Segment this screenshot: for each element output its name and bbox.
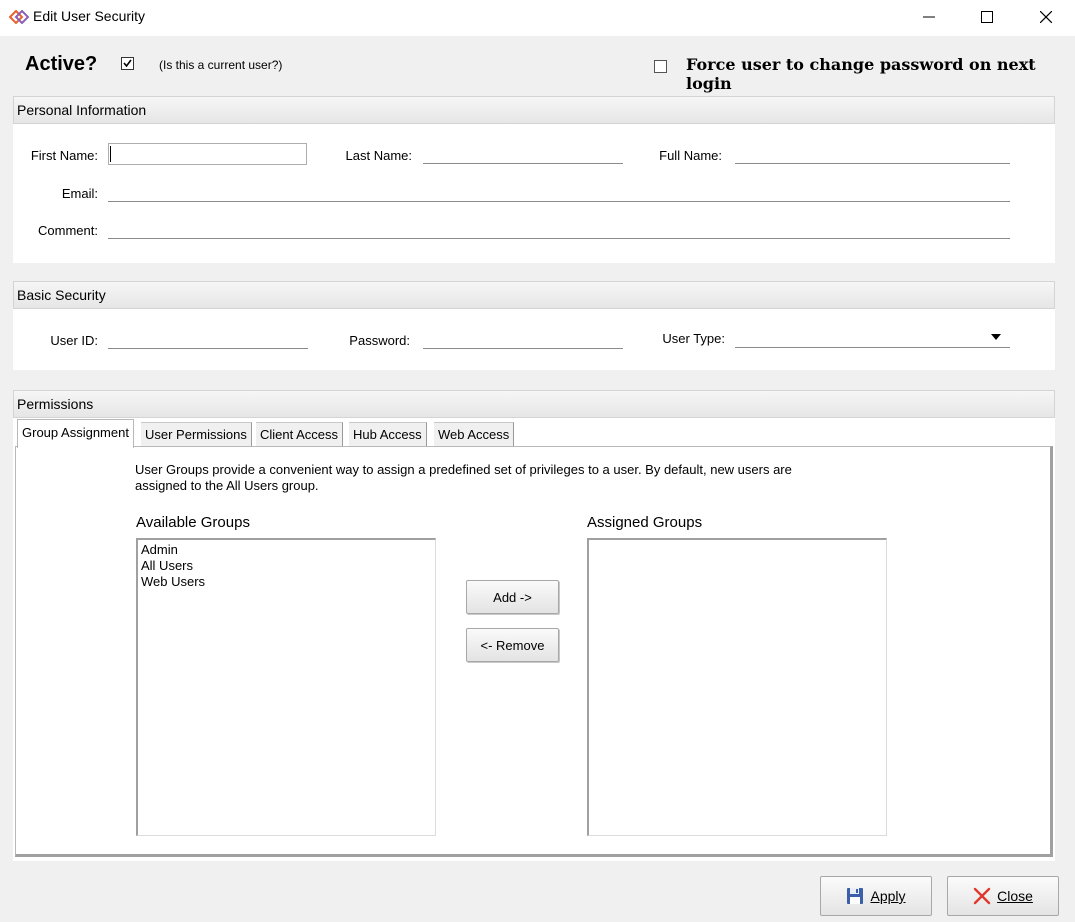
add-group-button[interactable]: Add ->: [466, 580, 559, 614]
remove-group-button[interactable]: <- Remove: [466, 628, 559, 662]
window-close-button[interactable]: [1017, 0, 1075, 34]
user-type-label: User Type:: [662, 331, 725, 346]
first-name-input[interactable]: [108, 143, 307, 165]
title-bar: Edit User Security: [0, 0, 1075, 36]
password-label: Password:: [349, 333, 410, 348]
apply-label: Apply: [870, 888, 906, 904]
close-label: Close: [997, 888, 1033, 904]
tab-user-permissions[interactable]: User Permissions: [141, 422, 252, 447]
email-label: Email:: [61, 186, 98, 201]
comment-label: Comment:: [38, 223, 98, 238]
first-name-label: First Name:: [30, 148, 98, 163]
force-password-label: Force user to change password on next lo…: [686, 55, 1036, 93]
basic-security-header: Basic Security: [13, 281, 1055, 309]
minimize-button[interactable]: [900, 0, 958, 34]
full-name-input[interactable]: [735, 144, 1010, 164]
close-icon: [1040, 11, 1052, 23]
comment-input[interactable]: [108, 219, 1010, 239]
list-item[interactable]: Admin: [141, 542, 432, 558]
user-id-input[interactable]: [108, 329, 308, 349]
assigned-groups-title: Assigned Groups: [587, 514, 703, 531]
maximize-button[interactable]: [958, 0, 1016, 34]
force-password-checkbox[interactable]: [654, 60, 667, 73]
last-name-input[interactable]: [423, 144, 623, 164]
diamond-logo-icon: [9, 10, 29, 24]
close-button[interactable]: Close: [947, 876, 1059, 916]
list-item[interactable]: All Users: [141, 558, 432, 574]
password-input[interactable]: [423, 329, 623, 349]
red-x-icon: [973, 887, 991, 905]
available-groups-list[interactable]: Admin All Users Web Users: [136, 538, 436, 836]
tab-group-assignment[interactable]: Group Assignment: [17, 419, 134, 448]
apply-button[interactable]: Apply: [820, 876, 932, 916]
assigned-groups-list[interactable]: [587, 538, 887, 836]
permissions-header: Permissions: [13, 390, 1055, 418]
available-groups-title: Available Groups: [136, 514, 250, 531]
user-id-label: User ID:: [50, 333, 98, 348]
dropdown-arrow-icon[interactable]: [991, 334, 1001, 340]
active-checkbox[interactable]: [121, 57, 134, 70]
maximize-icon: [981, 11, 993, 23]
minimize-icon: [923, 16, 935, 18]
tab-hub-access[interactable]: Hub Access: [349, 422, 427, 447]
active-label: Active?: [25, 53, 98, 75]
active-hint: (Is this a current user?): [159, 58, 283, 72]
full-name-label: Full Name:: [659, 148, 722, 163]
list-item[interactable]: Web Users: [141, 574, 432, 590]
tab-web-access[interactable]: Web Access: [434, 422, 515, 447]
tab-client-access[interactable]: Client Access: [256, 422, 344, 447]
text-caret: [110, 146, 111, 162]
group-description: User Groups provide a convenient way to …: [135, 462, 792, 493]
last-name-label: Last Name:: [345, 148, 412, 163]
window-title: Edit User Security: [33, 8, 146, 24]
personal-info-header: Personal Information: [13, 96, 1055, 124]
checkmark-icon: [123, 59, 132, 68]
email-input[interactable]: [108, 182, 1010, 202]
floppy-disk-icon: [847, 888, 864, 904]
user-type-select[interactable]: [735, 328, 1010, 348]
